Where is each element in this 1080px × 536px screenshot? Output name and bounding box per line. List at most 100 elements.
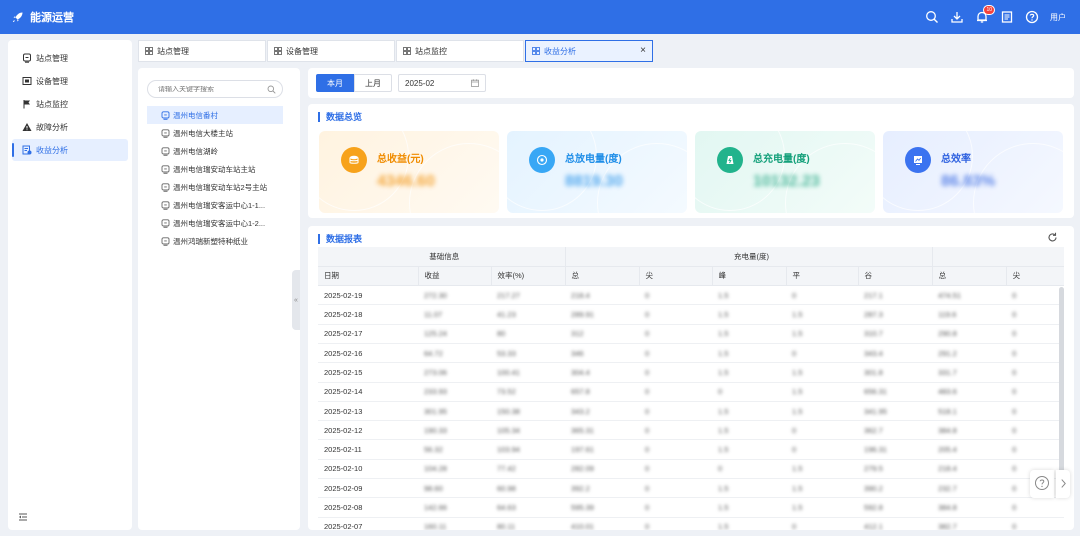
card-value: 10132.23 <box>753 173 820 190</box>
column-header: 尖 <box>1006 266 1064 287</box>
value-cell: 190.33 <box>418 420 491 441</box>
bell-icon[interactable]: 10 <box>975 5 995 24</box>
revenue-icon <box>22 145 32 155</box>
help-icon[interactable] <box>1025 10 1039 24</box>
close-icon[interactable]: × <box>640 46 646 56</box>
table-row[interactable]: 2025-02-16 64.72 53.33 346 0 1.5 0 343.4 291.2 0 <box>318 343 1064 364</box>
table-row[interactable]: 2025-02-09 98.60 60.98 392.2 0 1.5 1.5 390.2 232… <box>318 478 1064 499</box>
value-cell: 100.41 <box>491 362 566 383</box>
column-header: 总 <box>565 266 640 287</box>
brand[interactable]: 能源运营 <box>12 9 74 25</box>
total-revenue-card: 总收益(元) 4346.60 <box>319 131 499 213</box>
station-item[interactable]: 温州电信湖岭 <box>147 142 283 160</box>
table-row[interactable]: 2025-02-19 272.30 217.27 218.4 0 1.5 0 217.1 474… <box>318 285 1064 306</box>
value-cell: 64.72 <box>418 343 491 364</box>
report-table-container[interactable]: 基础信息 充电量(度) 日期 收益 效率(%) 总尖峰平谷总尖 2025-02-19 2… <box>318 247 1064 530</box>
menu-item-station-monitoring[interactable]: 站点监控 <box>12 93 128 115</box>
card-label: 总放电量(度) <box>565 154 622 165</box>
table-row[interactable]: 2025-02-10 104.28 77.42 282.09 0 0 1.5 279.5 218… <box>318 459 1064 480</box>
search-icon[interactable] <box>925 10 939 24</box>
value-cell: 105.34 <box>491 420 566 441</box>
tab-device-management[interactable]: 设备管理 <box>267 40 395 62</box>
station-item[interactable]: 温州鸿瑞新塑特种纸业 <box>147 232 283 250</box>
menu-item-fault-analysis[interactable]: 故障分析 <box>12 116 128 138</box>
table-row[interactable]: 2025-02-18 11.07 41.23 289.91 0 1.5 1.5 287.3 11… <box>318 304 1064 325</box>
value-cell: 150.38 <box>491 401 566 422</box>
station-item[interactable]: 温州电信瑞安客运中心1-1... <box>147 196 283 214</box>
value-cell: 196.31 <box>858 439 933 460</box>
value-cell: 205.4 <box>932 439 1007 460</box>
search-input[interactable] <box>158 85 263 93</box>
value-cell: 1.5 <box>712 478 787 499</box>
refresh-icon[interactable] <box>1047 232 1058 243</box>
document-icon[interactable] <box>1000 10 1014 24</box>
station-item[interactable]: 温州电信瑞安动车站主站 <box>147 160 283 178</box>
value-cell: 218.4 <box>565 285 640 306</box>
station-icon <box>161 164 170 174</box>
menu-item-station-management[interactable]: 站点管理 <box>12 47 128 69</box>
table-row[interactable]: 2025-02-15 273.06 100.41 304.4 0 1.5 1.5 301.8 3… <box>318 362 1064 383</box>
month-value: 2025-02 <box>405 78 435 88</box>
value-cell: 384.8 <box>932 497 1007 518</box>
table-scrollbar[interactable] <box>1059 287 1064 487</box>
chevron-right-icon <box>1060 478 1067 491</box>
value-cell: 483.6 <box>932 382 1007 402</box>
collapse-tree-handle[interactable]: « <box>292 270 300 330</box>
station-item[interactable]: 温州电信瑞安客运中心1-2... <box>147 214 283 232</box>
coin-icon <box>341 147 367 173</box>
side-menu: 站点管理 设备管理 站点监控 故障分析 收益分析 <box>8 40 132 530</box>
table-row[interactable]: 2025-02-12 190.33 105.34 365.31 0 1.5 0 362.7 38… <box>318 420 1064 441</box>
table-row[interactable]: 2025-02-17 125.24 80 312 0 1.5 1.5 310.7 290.8 0 <box>318 324 1064 344</box>
card-label: 总充电量(度) <box>753 154 810 165</box>
table-row[interactable]: 2025-02-08 142.66 64.63 595.39 0 1.5 1.5 592.8 3… <box>318 497 1064 518</box>
this-month-button[interactable]: 本月 <box>316 74 354 92</box>
value-cell: 0 <box>639 439 713 460</box>
station-item[interactable]: 温州电信大楼主站 <box>147 124 283 142</box>
rocket-icon <box>12 11 24 23</box>
station-item[interactable]: 温州电信番村 <box>147 106 283 124</box>
station-icon <box>161 182 170 192</box>
value-cell: 218.4 <box>932 459 1007 480</box>
station-list: 温州电信番村 温州电信大楼主站 温州电信湖岭 温州电信瑞安动车站主站温州电信瑞安动车站… <box>147 106 283 250</box>
value-cell: 217.27 <box>491 285 566 306</box>
search-icon[interactable] <box>267 85 276 94</box>
tab-station-management[interactable]: 站点管理 <box>138 40 266 62</box>
group-header-row: 基础信息 充电量(度) <box>318 247 1064 267</box>
station-icon <box>161 128 170 138</box>
value-cell: 233.93 <box>418 382 491 402</box>
report-table: 基础信息 充电量(度) 日期 收益 效率(%) 总尖峰平谷总尖 2025-02-19 2… <box>318 247 1064 530</box>
date-cell: 2025-02-14 <box>318 382 418 402</box>
station-label: 温州电信瑞安动车站2号主站 <box>173 182 268 192</box>
value-cell: 343.2 <box>565 401 640 422</box>
value-cell: 41.23 <box>491 304 566 325</box>
collapse-menu-icon[interactable] <box>18 512 28 522</box>
table-row[interactable]: 2025-02-13 301.95 150.38 343.2 0 1.5 1.5 341.95… <box>318 401 1064 422</box>
tab-station-monitoring[interactable]: 站点监控 <box>396 40 524 62</box>
floating-help-button[interactable] <box>1030 470 1054 498</box>
date-cell: 2025-02-12 <box>318 420 418 441</box>
last-month-button[interactable]: 上月 <box>354 74 392 92</box>
table-row[interactable]: 2025-02-14 233.93 73.52 657.8 0 0 1.5 656.31 483… <box>318 382 1064 402</box>
station-item[interactable]: 温州电信瑞安动车站2号主站 <box>147 178 283 196</box>
station-label: 温州鸿瑞新塑特种纸业 <box>173 236 248 246</box>
download-icon[interactable] <box>950 10 964 24</box>
table-row[interactable]: 2025-02-07 160.11 80.11 410.01 0 1.5 0 412.1 382… <box>318 517 1064 530</box>
value-cell: 390.2 <box>858 478 933 499</box>
tab-revenue-analysis[interactable]: 收益分析 × <box>525 40 653 62</box>
menu-item-revenue-analysis[interactable]: 收益分析 <box>12 139 128 161</box>
value-cell: 0 <box>712 459 787 480</box>
month-picker[interactable]: 2025-02 <box>398 74 486 92</box>
floating-expand-button[interactable] <box>1056 470 1070 498</box>
date-cell: 2025-02-18 <box>318 304 418 325</box>
value-cell: 0 <box>786 343 859 364</box>
station-icon <box>161 218 170 228</box>
value-cell: 272.30 <box>418 285 491 306</box>
value-cell: 103.94 <box>491 439 566 460</box>
value-cell: 119.6 <box>932 304 1007 325</box>
user-name[interactable]: 用户 <box>1050 12 1066 23</box>
value-cell: 1.5 <box>712 439 787 460</box>
help-icon <box>1034 475 1050 493</box>
table-row[interactable]: 2025-02-11 56.32 103.94 197.61 0 1.5 0 196.31 20… <box>318 439 1064 460</box>
value-cell: 0 <box>1006 343 1064 364</box>
menu-item-device-management[interactable]: 设备管理 <box>12 70 128 92</box>
